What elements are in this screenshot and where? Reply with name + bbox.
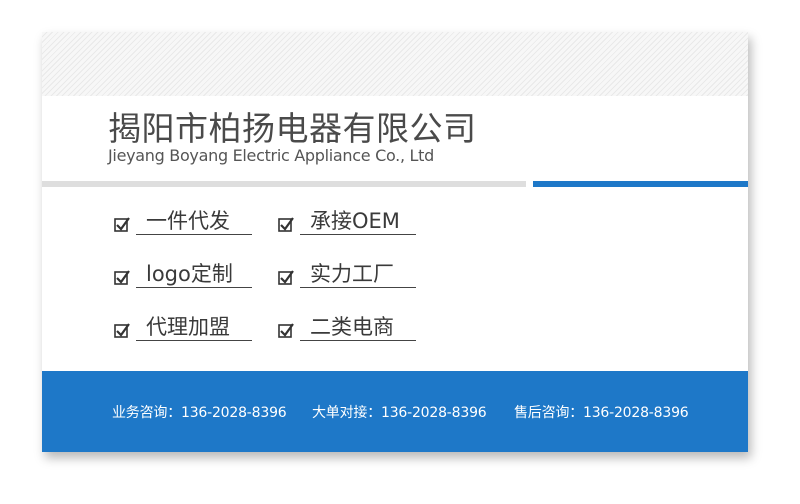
- company-name-cn: 揭阳市柏扬电器有限公司: [108, 109, 477, 148]
- feature-label: 承接OEM: [300, 208, 416, 235]
- checkbox-checked-icon: [114, 323, 130, 338]
- contact-phone[interactable]: 136-2028-8396: [381, 405, 487, 421]
- feature-label: logo定制: [136, 261, 252, 288]
- contact-phone[interactable]: 136-2028-8396: [583, 405, 689, 421]
- checkbox-checked-icon: [114, 270, 130, 285]
- company-name-en: Jieyang Boyang Electric Appliance Co., L…: [108, 146, 434, 165]
- divider-blue: [533, 181, 748, 187]
- feature-label: 实力工厂: [300, 261, 416, 288]
- checkbox-checked-icon: [278, 323, 294, 338]
- checkbox-checked-icon: [278, 217, 294, 232]
- feature-label: 二类电商: [300, 314, 416, 341]
- contact-after-sales: 售后咨询：136-2028-8396: [514, 402, 689, 422]
- divider-gray: [42, 181, 526, 187]
- contact-label: 售后咨询：: [514, 405, 583, 421]
- checkbox-checked-icon: [278, 270, 294, 285]
- feature-label: 一件代发: [136, 208, 252, 235]
- checkbox-checked-icon: [114, 217, 130, 232]
- contact-label: 大单对接：: [312, 405, 381, 421]
- contact-bulk-order: 大单对接：136-2028-8396: [312, 402, 487, 422]
- hatched-header-band: [42, 32, 748, 96]
- contact-footer: 业务咨询：136-2028-8396 大单对接：136-2028-8396 售后…: [42, 371, 748, 452]
- contact-label: 业务咨询：: [112, 405, 181, 421]
- business-card: 揭阳市柏扬电器有限公司 Jieyang Boyang Electric Appl…: [42, 32, 748, 452]
- contact-business: 业务咨询：136-2028-8396: [112, 402, 287, 422]
- feature-label: 代理加盟: [136, 314, 252, 341]
- contact-phone[interactable]: 136-2028-8396: [181, 405, 287, 421]
